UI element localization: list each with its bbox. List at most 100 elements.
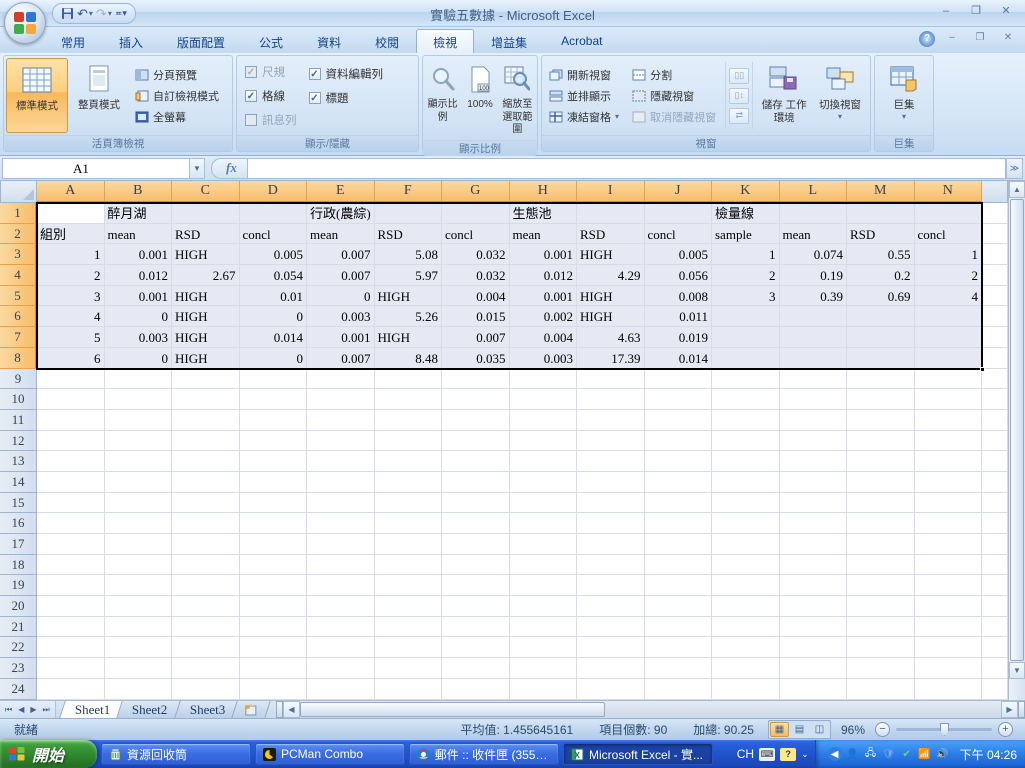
horizontal-scrollbar[interactable]: ◀ ▶	[276, 701, 1025, 718]
tab-add-ins[interactable]: 增益集	[474, 29, 544, 53]
cell-J20[interactable]	[645, 596, 713, 617]
freeze-panes-button[interactable]: 凍結窗格 ▾	[546, 108, 625, 126]
taskbar-mail[interactable]: 郵件 :: 收件匣 (355) ...	[409, 743, 559, 765]
start-button[interactable]: 開始	[0, 740, 97, 768]
hide-window-button[interactable]: 隱藏視窗	[629, 87, 720, 105]
cell-I8[interactable]: 17.39	[577, 348, 645, 369]
cell-K13[interactable]	[712, 451, 780, 472]
cell-F12[interactable]	[375, 431, 443, 452]
cell-M6[interactable]	[847, 306, 915, 327]
cell-E20[interactable]	[307, 596, 375, 617]
cell-A4[interactable]: 2	[37, 265, 105, 286]
column-header-L[interactable]: L	[780, 181, 848, 203]
cell-H10[interactable]	[510, 389, 578, 410]
cell-K17[interactable]	[712, 534, 780, 555]
cell-H15[interactable]	[510, 493, 578, 514]
cell-K12[interactable]	[712, 431, 780, 452]
cell-F18[interactable]	[375, 555, 443, 576]
cell-A9[interactable]	[37, 369, 105, 390]
split-button[interactable]: 分割	[629, 66, 720, 84]
cell-F7[interactable]: HIGH	[375, 327, 443, 348]
hide-icons-chevron-icon[interactable]: ◀	[828, 747, 842, 761]
cell-D23[interactable]	[240, 658, 308, 679]
row-header-3[interactable]: 3	[0, 244, 37, 265]
cell-H5[interactable]: 0.001	[510, 286, 578, 307]
cell-M13[interactable]	[847, 451, 915, 472]
cell-L15[interactable]	[780, 493, 848, 514]
cell-D9[interactable]	[240, 369, 308, 390]
tab-formulas[interactable]: 公式	[242, 29, 300, 53]
row-header-2[interactable]: 2	[0, 224, 37, 245]
headings-checkbox[interactable]: ✓ 標題	[309, 90, 384, 106]
cell-H9[interactable]	[510, 369, 578, 390]
cell-N9[interactable]	[915, 369, 983, 390]
tab-insert[interactable]: 插入	[102, 29, 160, 53]
row-header-6[interactable]: 6	[0, 306, 37, 327]
cell-B19[interactable]	[105, 575, 173, 596]
cell-K4[interactable]: 2	[712, 265, 780, 286]
cell-B4[interactable]: 0.012	[105, 265, 173, 286]
cell-K10[interactable]	[712, 389, 780, 410]
cell-K9[interactable]	[712, 369, 780, 390]
cell-C4[interactable]: 2.67	[172, 265, 240, 286]
cell-L2[interactable]: mean	[780, 224, 848, 245]
column-header-C[interactable]: C	[172, 181, 240, 203]
column-header-J[interactable]: J	[645, 181, 713, 203]
cell-D15[interactable]	[240, 493, 308, 514]
insert-function-button[interactable]: fx	[211, 158, 248, 179]
cell-M15[interactable]	[847, 493, 915, 514]
cell-H8[interactable]: 0.003	[510, 348, 578, 369]
cell-M11[interactable]	[847, 410, 915, 431]
cell-B5[interactable]: 0.001	[105, 286, 173, 307]
column-header-D[interactable]: D	[240, 181, 308, 203]
cell-I20[interactable]	[577, 596, 645, 617]
cell-G23[interactable]	[442, 658, 510, 679]
cell-F8[interactable]: 8.48	[375, 348, 443, 369]
cell-J2[interactable]: concl	[645, 224, 713, 245]
cell-N3[interactable]: 1	[915, 244, 983, 265]
cell-C17[interactable]	[172, 534, 240, 555]
cell-E16[interactable]	[307, 513, 375, 534]
cell-A22[interactable]	[37, 637, 105, 658]
cell-B21[interactable]	[105, 617, 173, 638]
cell-L1[interactable]	[780, 203, 848, 224]
cell-L24[interactable]	[780, 679, 848, 700]
row-header-13[interactable]: 13	[0, 451, 37, 472]
cell-G8[interactable]: 0.035	[442, 348, 510, 369]
cell-H11[interactable]	[510, 410, 578, 431]
column-header-I[interactable]: I	[577, 181, 645, 203]
cell-N2[interactable]: concl	[915, 224, 983, 245]
column-header-E[interactable]: E	[307, 181, 375, 203]
cell-K5[interactable]: 3	[712, 286, 780, 307]
cell-L20[interactable]	[780, 596, 848, 617]
cell-G12[interactable]	[442, 431, 510, 452]
cell-A10[interactable]	[37, 389, 105, 410]
cell-I10[interactable]	[577, 389, 645, 410]
cell-F3[interactable]: 5.08	[375, 244, 443, 265]
cell-L19[interactable]	[780, 575, 848, 596]
tab-data[interactable]: 資料	[300, 29, 358, 53]
cell-G10[interactable]	[442, 389, 510, 410]
cell-E4[interactable]: 0.007	[307, 265, 375, 286]
cell-D10[interactable]	[240, 389, 308, 410]
cell-C18[interactable]	[172, 555, 240, 576]
cell-G20[interactable]	[442, 596, 510, 617]
cell-J12[interactable]	[645, 431, 713, 452]
cell-I9[interactable]	[577, 369, 645, 390]
cell-A5[interactable]: 3	[37, 286, 105, 307]
cell-J11[interactable]	[645, 410, 713, 431]
sheet-tab-sheet2[interactable]: Sheet2	[116, 701, 183, 718]
cell-E11[interactable]	[307, 410, 375, 431]
cell-F2[interactable]: RSD	[375, 224, 443, 245]
cell-M7[interactable]	[847, 327, 915, 348]
cell-F20[interactable]	[375, 596, 443, 617]
row-header-5[interactable]: 5	[0, 286, 37, 307]
cell-B18[interactable]	[105, 555, 173, 576]
gridlines-checkbox[interactable]: ✓ 格線	[245, 88, 297, 104]
cell-G18[interactable]	[442, 555, 510, 576]
zoom-slider-track[interactable]	[896, 728, 992, 731]
cell-N6[interactable]	[915, 306, 983, 327]
cell-K18[interactable]	[712, 555, 780, 576]
cell-G17[interactable]	[442, 534, 510, 555]
cell-L22[interactable]	[780, 637, 848, 658]
